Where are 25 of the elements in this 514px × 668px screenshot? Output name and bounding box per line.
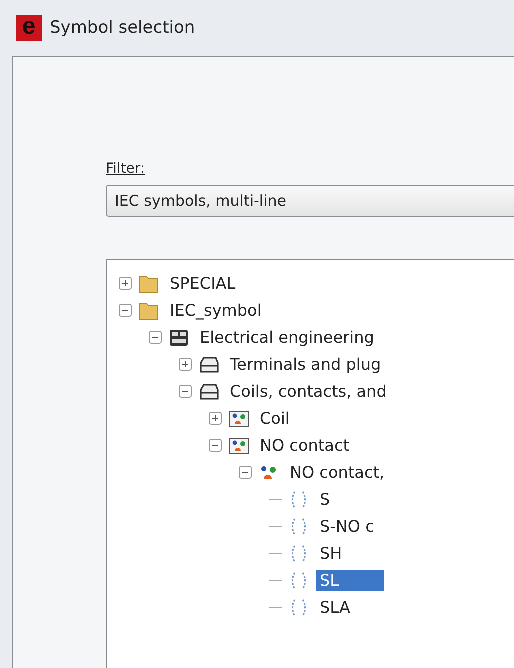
tree-item[interactable]: NO contact, bbox=[286, 462, 389, 483]
window-title: Symbol selection bbox=[50, 18, 196, 38]
expand-toggle[interactable] bbox=[179, 385, 192, 398]
expand-toggle[interactable] bbox=[209, 439, 222, 452]
expand-toggle[interactable] bbox=[119, 277, 132, 290]
tree-item[interactable]: S bbox=[316, 489, 334, 510]
tree-item[interactable]: SL bbox=[316, 570, 384, 591]
tree-item[interactable]: SPECIAL bbox=[166, 273, 240, 294]
app-logo: e bbox=[16, 15, 42, 41]
tree-item[interactable]: Terminals and plug bbox=[226, 354, 386, 375]
tree-item[interactable]: Electrical engineering bbox=[196, 327, 378, 348]
expand-toggle[interactable] bbox=[179, 358, 192, 371]
filter-dropdown[interactable]: IEC symbols, multi-line bbox=[106, 185, 514, 217]
expand-toggle[interactable] bbox=[149, 331, 162, 344]
tree-item[interactable]: Coil bbox=[256, 408, 294, 429]
expand-toggle[interactable] bbox=[209, 412, 222, 425]
tree-item[interactable]: SH bbox=[316, 543, 346, 564]
expand-toggle[interactable] bbox=[119, 304, 132, 317]
tree-item[interactable]: SLA bbox=[316, 597, 354, 618]
filter-label: Filter: bbox=[106, 161, 146, 177]
tree-item[interactable]: S-NO c bbox=[316, 516, 378, 537]
tree-item[interactable]: IEC_symbol bbox=[166, 300, 266, 321]
expand-toggle[interactable] bbox=[239, 466, 252, 479]
tree-item[interactable]: NO contact bbox=[256, 435, 354, 456]
tree-item[interactable]: Coils, contacts, and bbox=[226, 381, 391, 402]
